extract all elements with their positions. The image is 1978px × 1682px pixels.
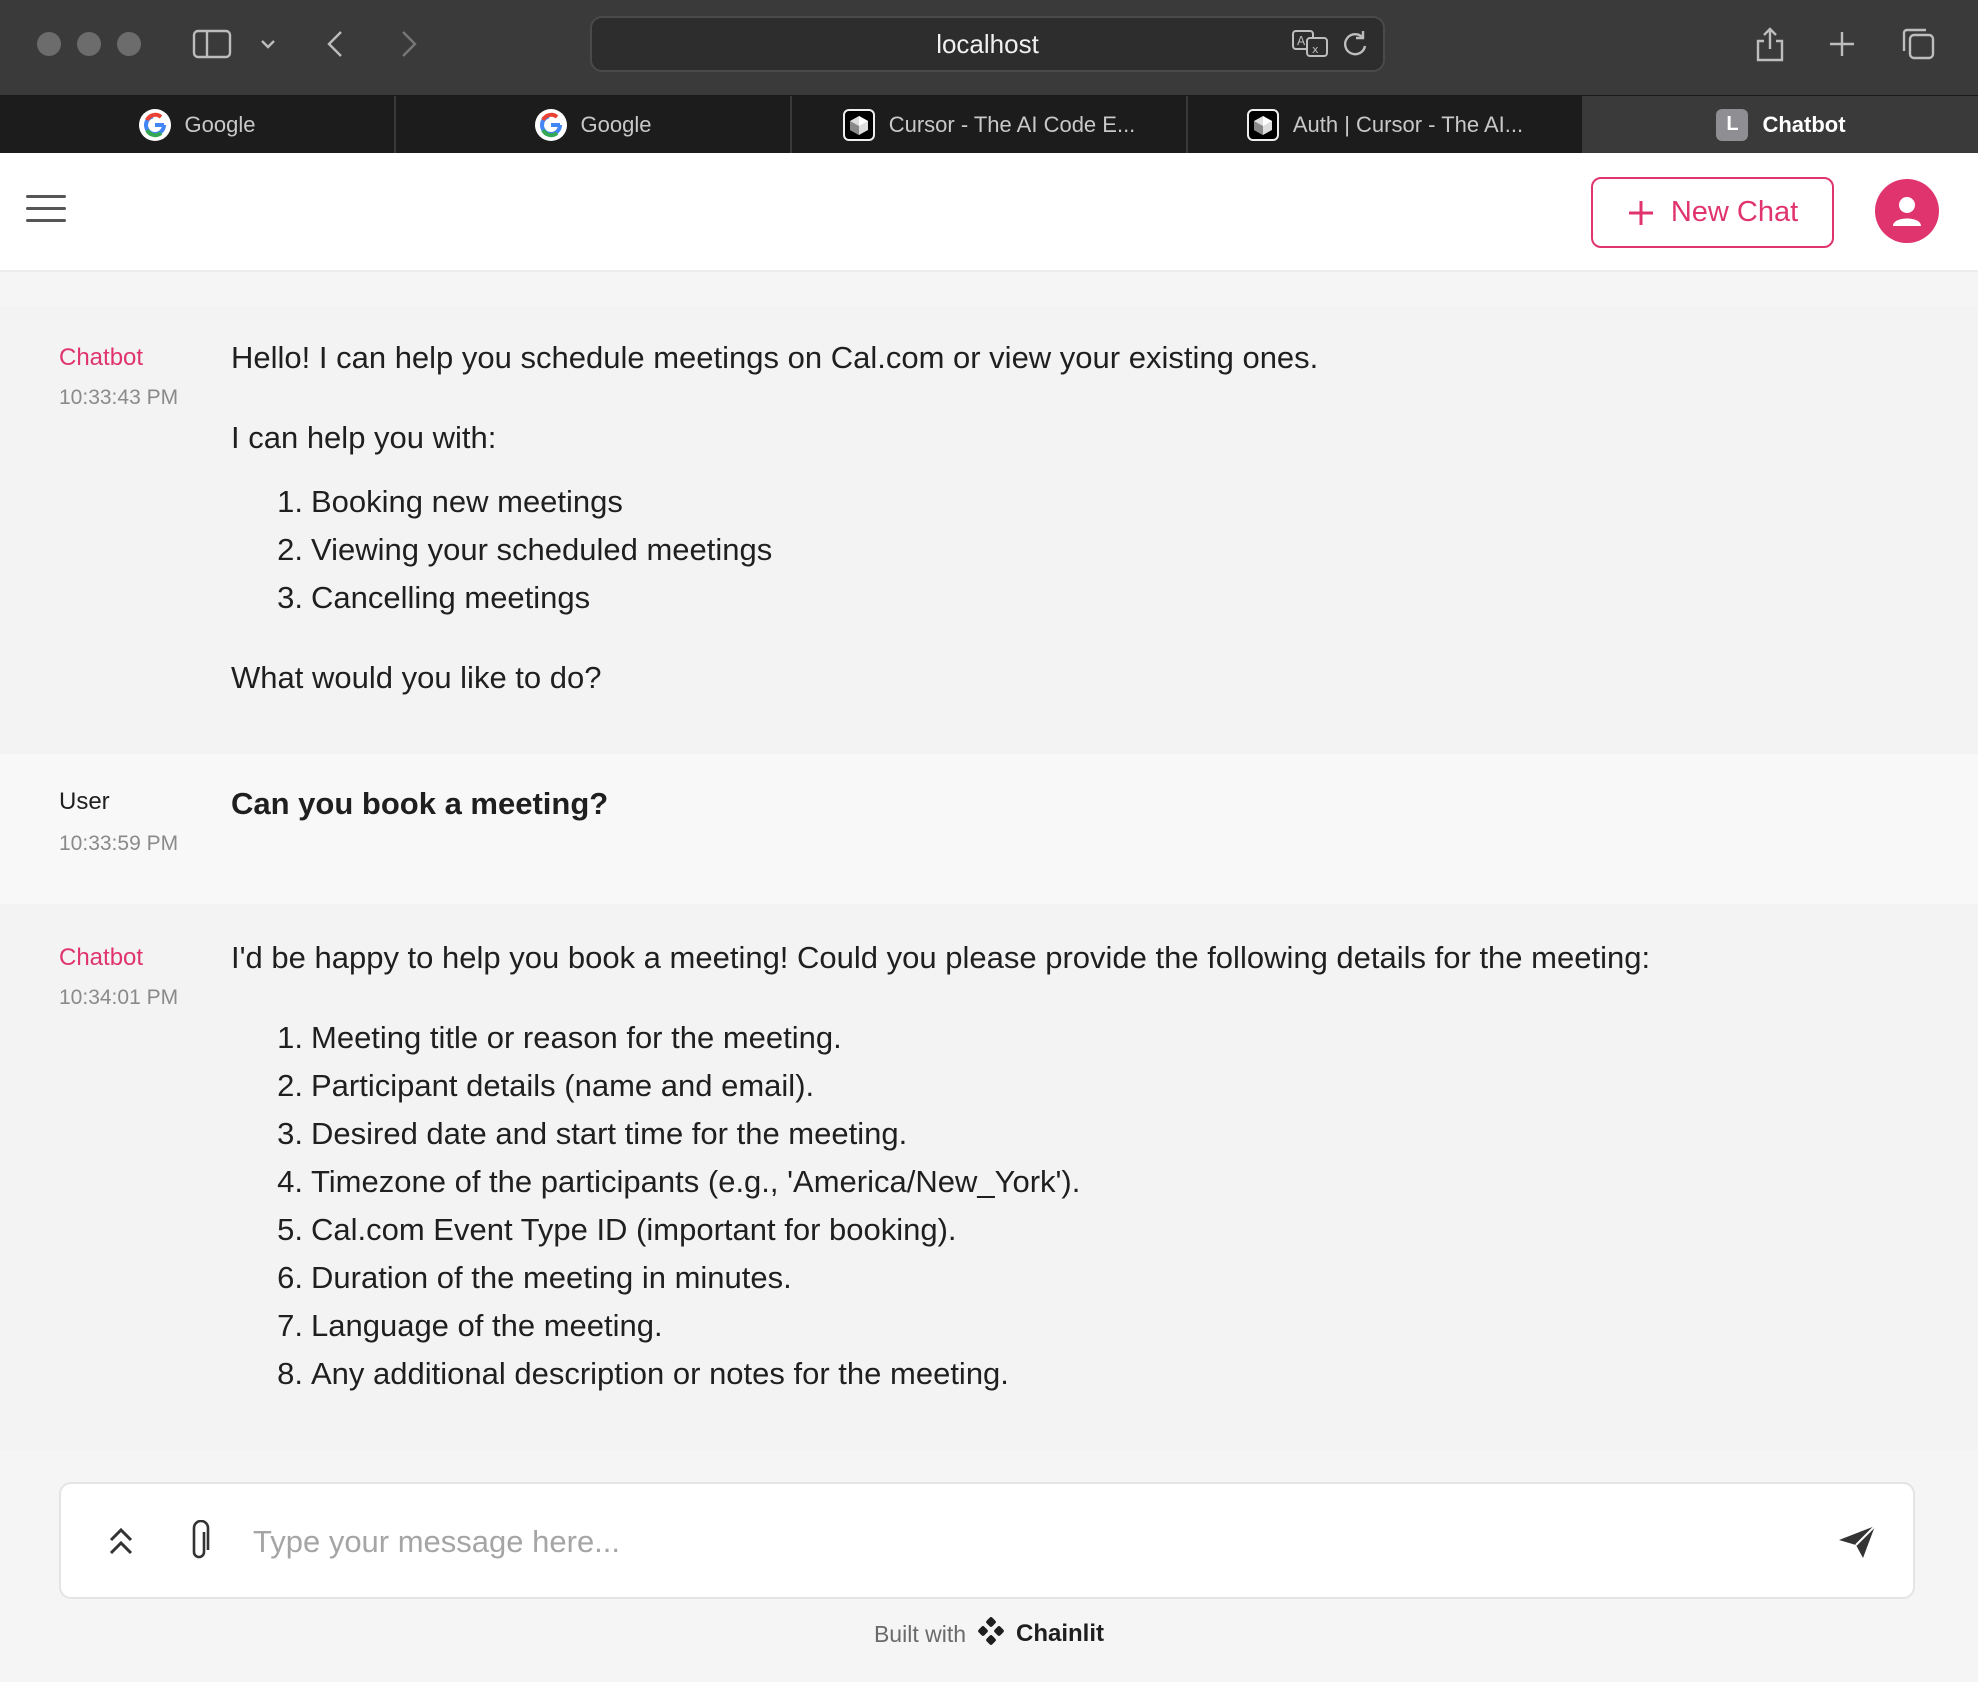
minimize-window-button[interactable] [77,32,101,56]
message-input[interactable] [253,1512,1853,1572]
message-chatbot: Chatbot 10:34:01 PM I'd be happy to help… [0,904,1978,1450]
list-item: 2. Participant details (name and email). [277,1068,815,1103]
message-time: 10:33:59 PM [59,832,179,855]
tab-google-2[interactable]: Google [396,96,792,153]
tab-google-1[interactable]: Google [0,96,396,153]
message-user: User 10:33:59 PM Can you book a meeting? [0,754,1978,904]
chainlit-brand: Chainlit [1016,1620,1105,1647]
cursor-icon [1246,108,1279,141]
tab-cursor[interactable]: Cursor - The AI Code E... [792,96,1188,153]
forward-arrow-icon[interactable] [392,22,426,66]
list-item: 3. Desired date and start time for the me… [277,1116,908,1151]
maximize-window-button[interactable] [117,32,141,56]
list-item: 1. Meeting title or reason for the meetin… [277,1020,842,1055]
tab-label: Google [580,111,652,137]
sidebar-toggle-icon[interactable] [190,22,234,66]
message-author: Chatbot [59,944,144,971]
svg-text:A: A [1297,34,1306,48]
hamburger-menu-icon[interactable] [26,195,66,227]
tab-label: Cursor - The AI Code E... [888,111,1136,137]
cursor-icon [842,108,875,141]
message-content: I'd be happy to help you book a meeting!… [231,934,1918,1398]
tab-chatbot[interactable]: L Chatbot [1584,96,1978,153]
plus-icon [1628,200,1653,225]
chainlit-logo-icon [976,1616,1006,1652]
reload-icon[interactable] [1341,28,1369,65]
letter-l-icon: L [1716,108,1749,141]
composer-area: Built with Chainlit [0,1450,1978,1682]
new-tab-icon[interactable] [1824,22,1860,66]
user-avatar[interactable] [1875,179,1939,243]
chevron-down-icon[interactable] [256,22,280,66]
message-time: 10:33:43 PM [59,386,179,409]
google-icon [534,108,567,141]
list-item: 6. Duration of the meeting in minutes. [277,1260,792,1295]
message-list-items: 1. Booking new meetings 2. Viewing your sc… [231,478,1918,622]
message-author: Chatbot [59,344,144,371]
paperclip-icon[interactable] [173,1516,225,1568]
browser-toolbar: localhost A x [0,0,1978,96]
built-with-footer: Built with Chainlit [0,1616,1978,1652]
list-item: 1. Booking new meetings [277,484,623,519]
message-author: User [59,788,110,815]
message-list-items: 1. Meeting title or reason for the meetin… [231,1014,1918,1398]
user-icon [1893,197,1921,226]
svg-text:x: x [1312,43,1319,56]
list-item: 8. Any additional description or notes fo… [277,1356,1009,1391]
list-item: 4. Timezone of the participants (e.g., 'A… [277,1164,1081,1199]
new-chat-button[interactable]: New Chat [1591,177,1834,248]
message-paragraph: Hello! I can help you schedule meetings … [231,340,1319,375]
message-list: Chatbot 10:33:43 PM Hello! I can help yo… [0,272,1978,1450]
app-header: New Chat [0,153,1978,272]
address-bar[interactable]: localhost A x [590,16,1385,72]
message-content: Hello! I can help you schedule meetings … [231,334,1918,702]
share-icon[interactable] [1752,22,1788,66]
list-item: 5. Cal.com Event Type ID (important for b… [277,1212,957,1247]
built-with-text: Built with [873,1620,967,1647]
chevrons-up-icon[interactable] [95,1516,147,1568]
close-window-button[interactable] [37,32,61,56]
list-item: 3. Cancelling meetings [277,580,591,615]
tab-overview-icon[interactable] [1898,22,1938,66]
send-icon[interactable] [1831,1516,1883,1568]
message-chatbot: Chatbot 10:33:43 PM Hello! I can help yo… [0,306,1978,754]
message-composer [59,1482,1915,1599]
new-chat-label: New Chat [1670,196,1799,228]
message-paragraph: What would you like to do? [231,660,602,695]
message-content: Can you book a meeting? [231,786,609,821]
google-icon [138,108,171,141]
tab-label: Auth | Cursor - The AI... [1292,111,1524,137]
message-paragraph: I can help you with: [231,420,497,455]
message-paragraph: I'd be happy to help you book a meeting!… [231,940,1651,975]
tab-label: Google [184,111,256,137]
tab-label: Chatbot [1762,111,1846,137]
list-item: 2. Viewing your scheduled meetings [277,532,773,567]
url-text: localhost [936,28,1039,59]
message-time: 10:34:01 PM [59,986,179,1009]
tab-bar: Google Google Cursor - The AI Code E... … [0,96,1978,153]
list-item: 7. Language of the meeting. [277,1308,663,1343]
back-arrow-icon[interactable] [318,22,352,66]
translate-icon[interactable]: A x [1291,28,1331,65]
tab-cursor-auth[interactable]: Auth | Cursor - The AI... [1188,96,1584,153]
